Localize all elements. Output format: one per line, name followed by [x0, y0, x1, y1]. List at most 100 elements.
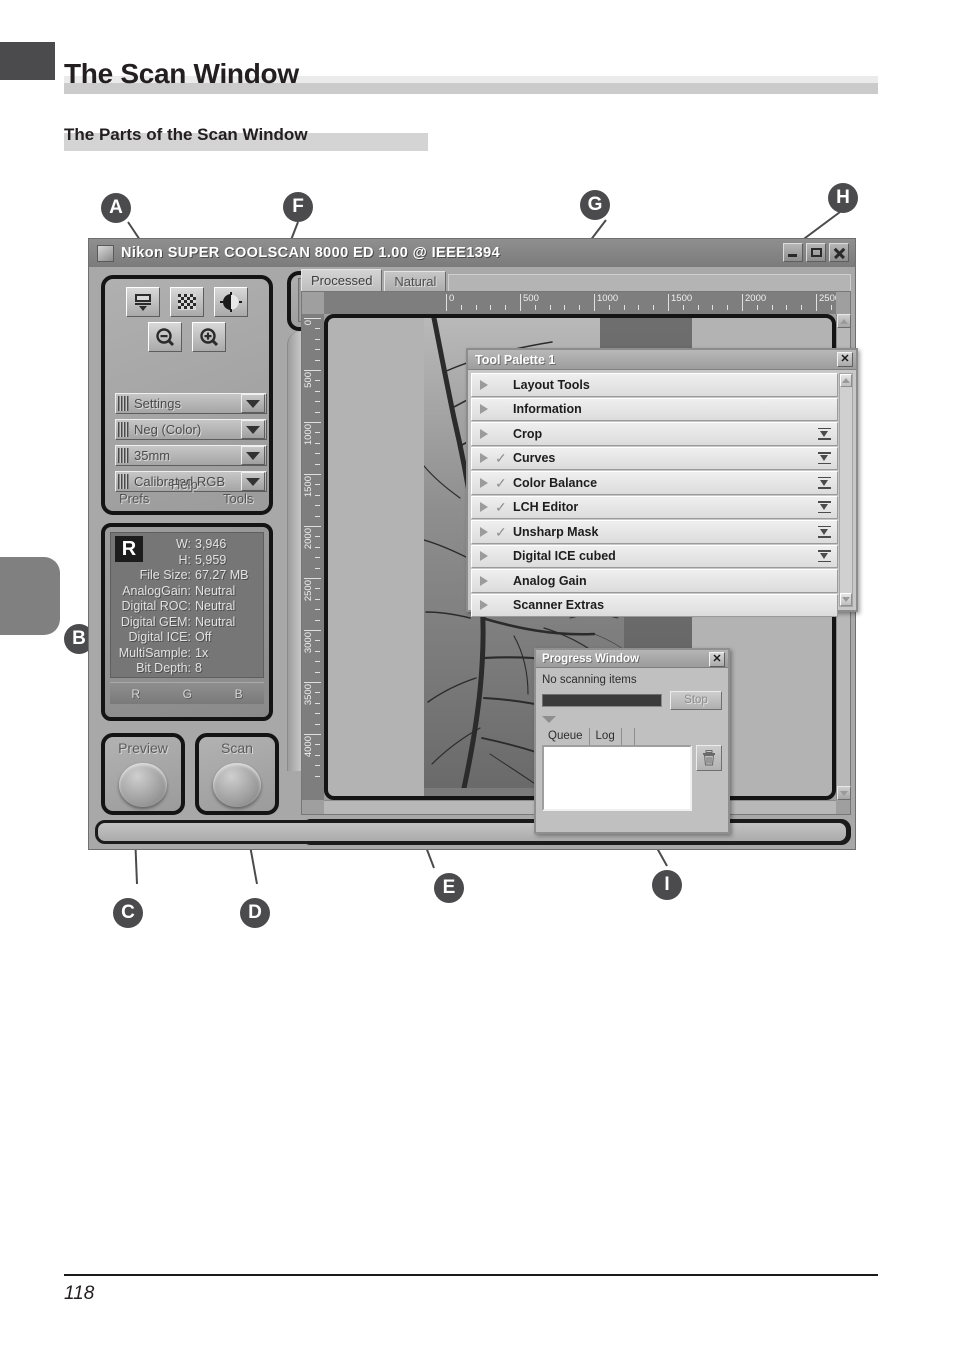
- zoom-in-icon[interactable]: [192, 322, 226, 352]
- toolbar-row-2: [105, 317, 269, 352]
- expand-triangle-icon[interactable]: [480, 404, 488, 415]
- checkmark-icon[interactable]: ✓: [495, 525, 508, 539]
- ruler-minor-tick: [315, 588, 320, 590]
- collapse-icon[interactable]: [818, 501, 831, 514]
- tab-log[interactable]: Log: [590, 728, 622, 745]
- preview-knob-icon: [119, 763, 167, 807]
- tool-palette-row[interactable]: ✓ Color Balance: [471, 471, 838, 495]
- expand-triangle-icon[interactable]: [480, 600, 488, 611]
- chevron-down-icon[interactable]: [241, 446, 265, 465]
- queue-list[interactable]: [542, 745, 692, 811]
- maximize-icon[interactable]: [806, 243, 826, 262]
- tab-queue[interactable]: Queue: [542, 728, 590, 745]
- contrast-icon[interactable]: [214, 287, 248, 317]
- ruler-major-tick: [304, 422, 321, 423]
- checkmark-icon[interactable]: ✓: [495, 500, 508, 514]
- tab-processed[interactable]: Processed: [301, 269, 383, 291]
- settings-dropdown[interactable]: Settings: [115, 393, 267, 414]
- collapse-icon[interactable]: [818, 550, 831, 563]
- scan-window-titlebar[interactable]: Nikon SUPER COOLSCAN 8000 ED 1.00 @ IEEE…: [89, 239, 855, 267]
- tool-palette-titlebar[interactable]: Tool Palette 1 ✕: [468, 350, 856, 370]
- dropdown-grip-icon: [118, 448, 129, 463]
- ruler-minor-tick: [315, 463, 320, 465]
- stop-button[interactable]: Stop: [670, 691, 722, 710]
- tab-strip-end: [622, 728, 635, 745]
- callout-g: G: [580, 190, 610, 220]
- tool-palette-row[interactable]: Digital ICE cubed: [471, 544, 838, 568]
- footer-rule: [64, 1274, 878, 1276]
- scroll-up-icon[interactable]: [837, 314, 851, 328]
- ruler-minor-tick: [653, 305, 655, 310]
- expand-triangle-icon[interactable]: [480, 551, 488, 562]
- tool-palette-row[interactable]: Layout Tools: [471, 373, 838, 397]
- ruler-minor-tick: [315, 536, 320, 538]
- expand-triangle-icon[interactable]: [480, 575, 488, 586]
- progress-bar: [542, 694, 662, 707]
- tool-palette-row[interactable]: ✓ Unsharp Mask: [471, 520, 838, 544]
- page-corner-block: [0, 42, 55, 80]
- chevron-down-icon[interactable]: [241, 420, 265, 439]
- window-controls: [783, 243, 849, 262]
- callout-c: C: [113, 898, 143, 928]
- chapter-thumb-tab: [0, 557, 60, 635]
- progress-window-close-icon[interactable]: ✕: [709, 652, 725, 667]
- checkmark-icon[interactable]: ✓: [495, 476, 508, 490]
- ruler-label: 3500: [303, 684, 314, 706]
- palette-scroll-down-icon[interactable]: [840, 593, 852, 606]
- thumbnail-icon[interactable]: [170, 287, 204, 317]
- minimize-icon[interactable]: [783, 243, 803, 262]
- app-icon: [97, 244, 114, 262]
- info-value-width: 3,946: [195, 537, 227, 551]
- preview-button-label: Preview: [118, 740, 168, 756]
- expand-triangle-icon[interactable]: [480, 379, 488, 390]
- info-value-analoggain: Neutral: [195, 583, 236, 598]
- tool-palette-row[interactable]: ✓ Curves: [471, 446, 838, 470]
- ruler-minor-tick: [315, 380, 320, 382]
- scan-knob-icon: [213, 763, 261, 807]
- palette-scroll-up-icon[interactable]: [840, 374, 852, 387]
- film-format-dropdown[interactable]: 35mm: [115, 445, 267, 466]
- tab-natural[interactable]: Natural: [384, 271, 447, 291]
- disclosure-triangle-icon[interactable]: [542, 716, 556, 723]
- tools-button[interactable]: Tools: [223, 491, 253, 506]
- tool-palette-row-label: Curves: [513, 451, 556, 466]
- scroll-down-icon[interactable]: [837, 786, 851, 800]
- scan-button[interactable]: Scan: [195, 733, 279, 815]
- tool-palette-scrollbar[interactable]: [839, 373, 853, 607]
- ruler-minor-tick: [786, 305, 788, 310]
- media-type-dropdown[interactable]: Neg (Color): [115, 419, 267, 440]
- expand-triangle-icon[interactable]: [480, 502, 488, 513]
- prefs-button[interactable]: Prefs: [119, 491, 149, 506]
- progress-window-titlebar[interactable]: Progress Window ✕: [536, 650, 728, 668]
- collapse-icon[interactable]: [818, 525, 831, 538]
- tool-palette-close-icon[interactable]: ✕: [837, 352, 853, 367]
- collapse-icon[interactable]: [818, 476, 831, 489]
- ruler-minor-tick: [315, 390, 320, 392]
- zoom-out-icon[interactable]: [148, 322, 182, 352]
- close-icon[interactable]: [829, 243, 849, 262]
- ruler-label: 2000: [745, 293, 767, 304]
- expand-triangle-icon[interactable]: [480, 526, 488, 537]
- info-value-bitdepth: 8: [195, 661, 202, 675]
- tool-palette-row[interactable]: ✓ LCH Editor: [471, 495, 838, 519]
- scan-window-statusbar: [95, 820, 849, 844]
- ruler-label: 500: [303, 372, 314, 388]
- help-button[interactable]: Help: [171, 477, 198, 492]
- chevron-down-icon[interactable]: [241, 394, 265, 413]
- expand-triangle-icon[interactable]: [480, 428, 488, 439]
- expand-triangle-icon[interactable]: [480, 477, 488, 488]
- trash-icon[interactable]: [696, 745, 722, 771]
- tool-palette-row[interactable]: Information: [471, 397, 838, 421]
- tool-palette-row[interactable]: Analog Gain: [471, 569, 838, 593]
- expand-triangle-icon[interactable]: [480, 453, 488, 464]
- preview-button[interactable]: Preview: [101, 733, 185, 815]
- eject-icon[interactable]: [126, 287, 160, 317]
- collapse-icon[interactable]: [818, 427, 831, 440]
- info-row-filesize: File Size: 67.27 MB: [115, 568, 257, 584]
- checkmark-icon[interactable]: ✓: [495, 451, 508, 465]
- ruler-minor-tick: [315, 754, 320, 756]
- ruler-minor-tick: [549, 305, 551, 310]
- collapse-icon[interactable]: [818, 452, 831, 465]
- tool-palette-row[interactable]: Scanner Extras: [471, 593, 838, 617]
- tool-palette-row[interactable]: Crop: [471, 422, 838, 446]
